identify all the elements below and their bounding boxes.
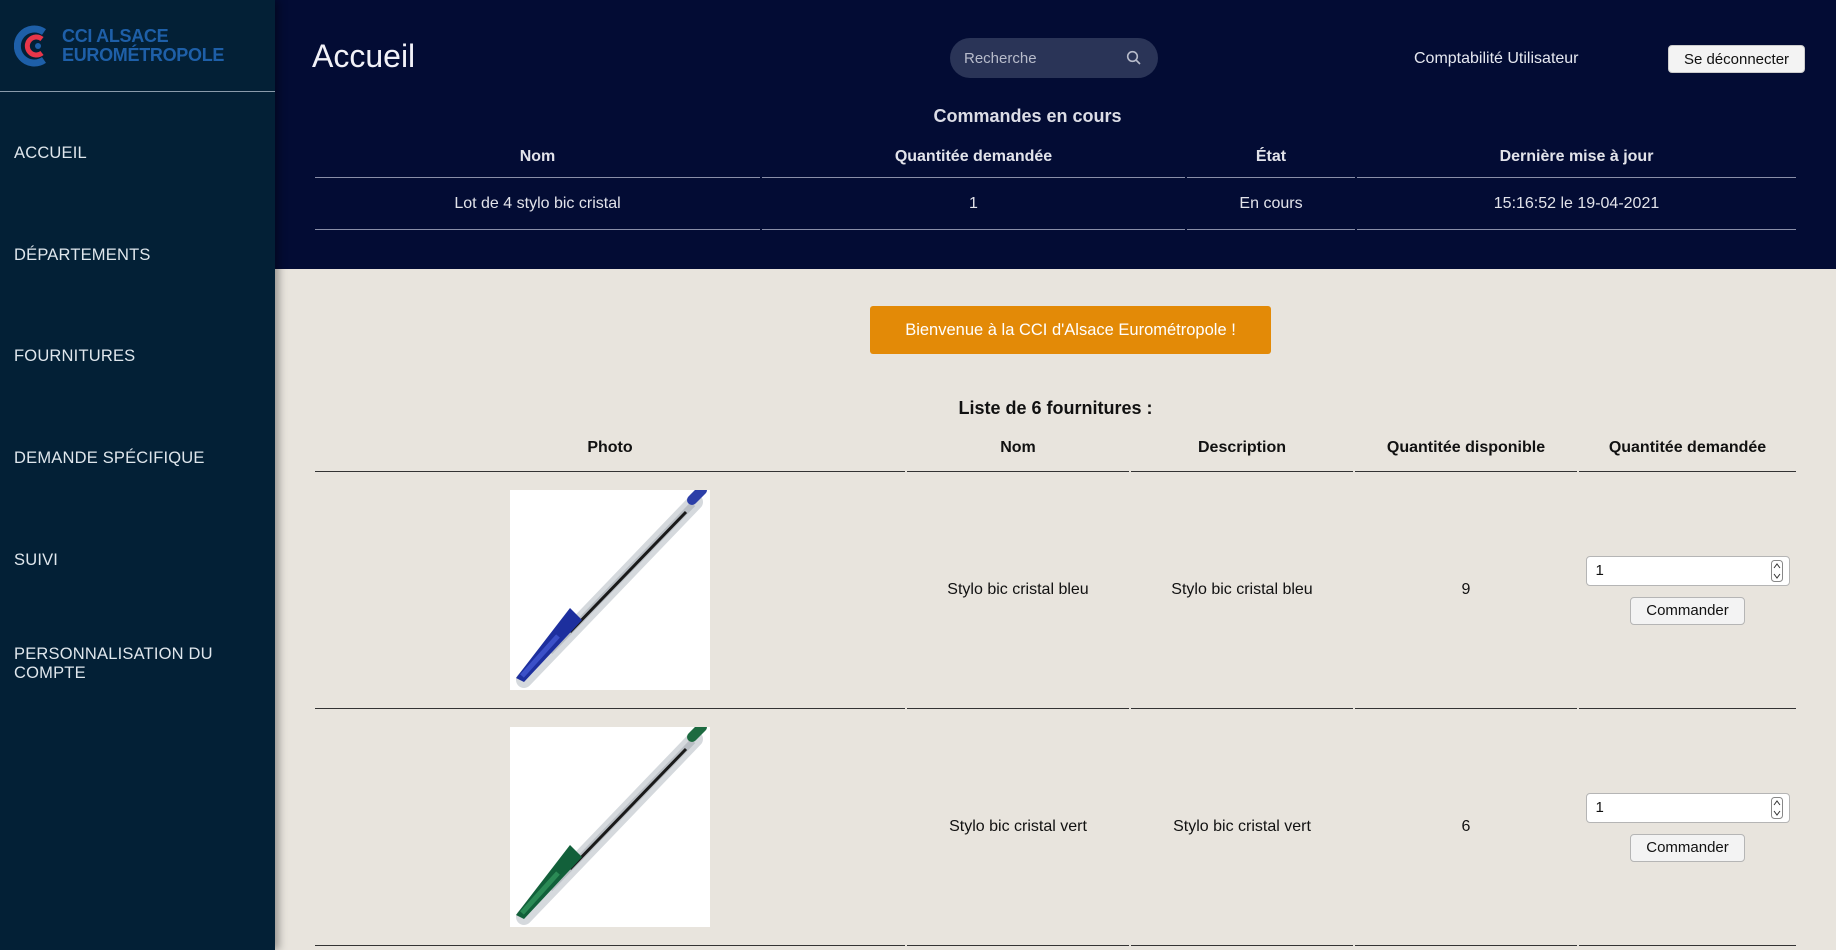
supply-available: 6 — [1355, 709, 1577, 946]
logo-line-2: EUROMÉTROPOLE — [62, 44, 225, 65]
cci-logo-icon — [13, 24, 58, 68]
quantity-input[interactable]: 1 — [1585, 792, 1790, 823]
supply-request-cell: 1 Commander — [1579, 472, 1796, 709]
welcome-button[interactable]: Bienvenue à la CCI d'Alsace Eurométropol… — [870, 306, 1271, 354]
orders-col-etat: État — [1187, 136, 1355, 178]
supplies-col-demandee: Quantitée demandée — [1579, 425, 1796, 472]
sidebar-item-demande-specifique[interactable]: DEMANDE SPÉCIFIQUE — [14, 449, 254, 468]
orders-col-maj: Dernière mise à jour — [1357, 136, 1796, 178]
sidebar-item-fournitures[interactable]: FOURNITURES — [14, 347, 254, 366]
logo-line-1: CCI ALSACE — [62, 25, 169, 46]
supply-description: Stylo bic cristal vert — [1131, 709, 1353, 946]
order-name: Lot de 4 stylo bic cristal — [315, 178, 760, 230]
order-button[interactable]: Commander — [1630, 596, 1745, 625]
quantity-stepper[interactable] — [1770, 796, 1783, 819]
table-row: Stylo bic cristal bleu Stylo bic cristal… — [315, 472, 1796, 709]
supply-description: Stylo bic cristal bleu — [1131, 472, 1353, 709]
sidebar-item-accueil[interactable]: ACCUEIL — [14, 144, 254, 163]
table-row: Stylo bic cristal vert Stylo bic cristal… — [315, 709, 1796, 946]
blue-pen-image — [510, 485, 710, 690]
supplies-col-disponible: Quantitée disponible — [1355, 425, 1577, 472]
search-icon[interactable] — [1126, 50, 1142, 66]
supplies-title: Liste de 6 fournitures : — [958, 398, 1153, 418]
orders-title: Commandes en cours — [933, 106, 1122, 126]
order-button[interactable]: Commander — [1630, 833, 1745, 862]
topbar: Accueil Comptabilité Utilisateur Se déco… — [275, 0, 1836, 269]
orders-col-nom: Nom — [315, 136, 760, 178]
supplies-table: Photo Nom Description Quantitée disponib… — [313, 425, 1798, 946]
search-input[interactable] — [964, 49, 1114, 67]
sidebar-item-departements[interactable]: DÉPARTEMENTS — [14, 246, 254, 265]
logo-text: CCI ALSACE EUROMÉTROPOLE — [62, 25, 225, 65]
quantity-form: 1 Commander — [1585, 792, 1790, 862]
supply-photo-cell — [315, 709, 905, 946]
green-pen-image — [510, 722, 710, 927]
quantity-form: 1 Commander — [1585, 555, 1790, 625]
logo[interactable]: CCI ALSACE EUROMÉTROPOLE — [0, 0, 275, 92]
search-box[interactable] — [950, 38, 1158, 78]
supplies-header-row: Photo Nom Description Quantitée disponib… — [315, 425, 1796, 472]
supplies-col-nom: Nom — [907, 425, 1129, 472]
supply-name: Stylo bic cristal vert — [907, 709, 1129, 946]
user-name[interactable]: Comptabilité Utilisateur — [1414, 50, 1579, 68]
supply-name: Stylo bic cristal bleu — [907, 472, 1129, 709]
quantity-input[interactable]: 1 — [1585, 555, 1790, 586]
orders-table: Nom Quantitée demandée État Dernière mis… — [313, 136, 1798, 230]
sidebar-item-suivi[interactable]: SUIVI — [14, 551, 254, 570]
orders-col-quantite: Quantitée demandée — [762, 136, 1185, 178]
supply-available: 9 — [1355, 472, 1577, 709]
supply-photo-cell — [315, 472, 905, 709]
orders-header-row: Nom Quantitée demandée État Dernière mis… — [315, 136, 1796, 178]
sidebar-item-personnalisation[interactable]: PERSONNALISATION DU COMPTE — [14, 645, 254, 683]
order-status: En cours — [1187, 178, 1355, 230]
table-row: Lot de 4 stylo bic cristal 1 En cours 15… — [315, 178, 1796, 230]
quantity-value: 1 — [1595, 561, 1604, 579]
supplies-col-description: Description — [1131, 425, 1353, 472]
quantity-stepper[interactable] — [1770, 559, 1783, 582]
page-title: Accueil — [312, 38, 416, 74]
supply-request-cell: 1 Commander — [1579, 709, 1796, 946]
quantity-value: 1 — [1595, 798, 1604, 816]
logout-button[interactable]: Se déconnecter — [1668, 45, 1805, 73]
order-updated: 15:16:52 le 19-04-2021 — [1357, 178, 1796, 230]
sidebar: CCI ALSACE EUROMÉTROPOLE ACCUEIL DÉPARTE… — [0, 0, 275, 950]
supplies-col-photo: Photo — [315, 425, 905, 472]
order-quantity: 1 — [762, 178, 1185, 230]
